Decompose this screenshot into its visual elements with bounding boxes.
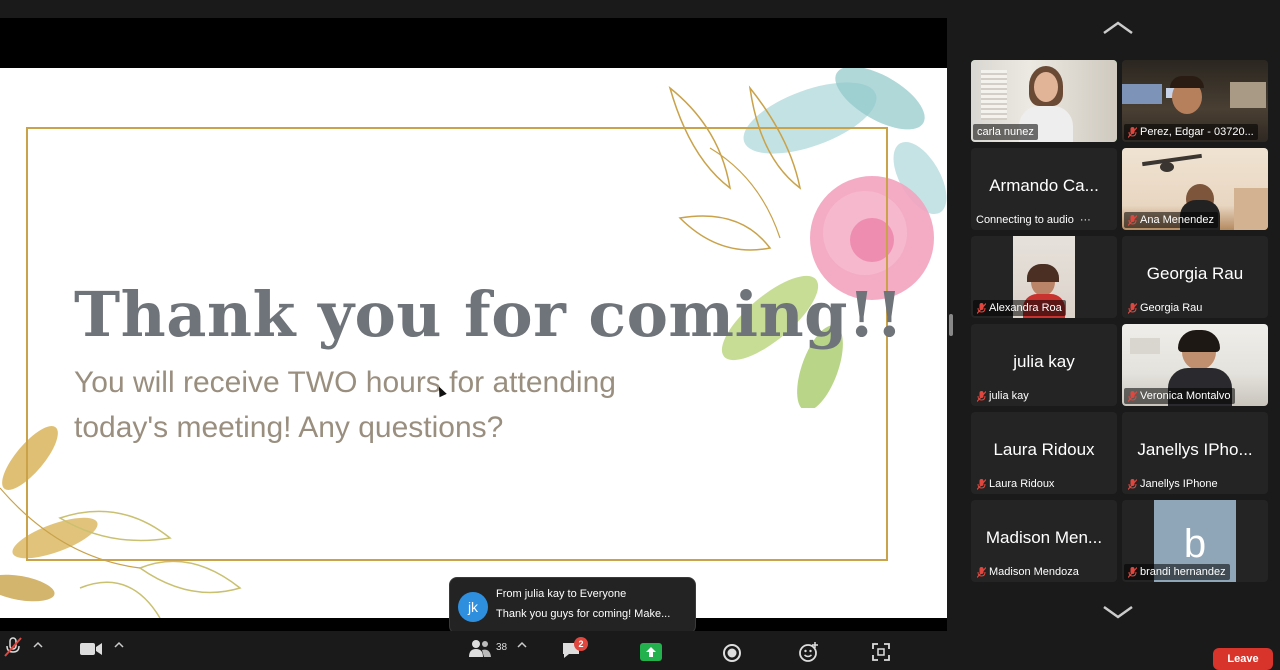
participant-name-tag: brandi hernandez [1124,564,1230,580]
mic-off-icon [977,390,986,402]
share-screen-icon [640,643,662,661]
participant-tile[interactable]: carla nunez [971,60,1117,142]
chat-badge: 2 [574,637,588,651]
participant-tile[interactable]: Janellys IPho... Janellys IPhone [1122,412,1268,494]
chevron-up-icon [1103,21,1133,35]
shared-screen: Thank you for coming!! You will receive … [0,18,947,631]
participant-tile[interactable]: Armando Ca... Connecting to audio ··· [971,148,1117,230]
participant-tile[interactable]: julia kay julia kay [971,324,1117,406]
mic-off-icon [1128,566,1137,578]
audio-options-button[interactable] [33,641,43,663]
participants-button[interactable]: 38 [468,639,507,661]
chat-sender-line: From julia kay to Everyone [496,588,627,600]
participant-name-tag: Perez, Edgar - 03720... [1124,124,1258,140]
gallery-next-button[interactable] [1101,604,1135,620]
participant-name: julia kay [989,390,1029,402]
chat-message-preview: Thank you guys for coming! Make... [496,608,671,620]
participant-display-name: Madison Men... [985,528,1103,547]
participant-name-tag: Laura Ridoux [973,476,1058,492]
chat-button[interactable]: 2 [561,637,588,663]
chevron-down-icon [1103,605,1133,619]
participant-name: Veronica Montalvo [1140,390,1231,402]
participant-name-tag: Veronica Montalvo [1124,388,1235,404]
participant-name: Georgia Rau [1140,302,1203,314]
audio-status: Connecting to audio ··· [976,214,1091,226]
audio-status-text: Connecting to audio [976,214,1074,226]
participant-display-name: Laura Ridoux [993,440,1095,459]
record-icon [723,644,741,662]
participant-tile[interactable]: Laura Ridoux Laura Ridoux [971,412,1117,494]
mic-off-icon [1128,126,1137,138]
participants-options-button[interactable] [517,641,527,663]
participant-name: Laura Ridoux [989,478,1055,490]
split-view-handle[interactable] [949,314,953,336]
participant-name: Madison Mendoza [989,566,1079,578]
mic-off-icon [1128,214,1137,226]
mute-button[interactable] [4,637,22,659]
participants-icon [469,640,491,657]
participant-display-name: julia kay [1013,352,1075,371]
participant-tile[interactable]: Alexandra Roa [971,236,1117,318]
mic-off-icon [977,566,986,578]
participant-name-tag: carla nunez [973,124,1038,140]
chevron-up-icon [517,641,527,648]
chat-sender-avatar: jk [458,592,488,622]
stop-video-button[interactable] [79,641,103,663]
participant-tile[interactable]: b brandi hernandez [1122,500,1268,582]
mic-off-icon [1128,478,1137,490]
participant-name-tag: Georgia Rau [1124,300,1206,316]
participant-name: Ana Menendez [1140,214,1214,226]
participant-name-tag: Janellys IPhone [1124,476,1222,492]
participant-gallery: carla nunez Perez, Edgar - 03720... Arma… [955,18,1280,631]
participant-tile[interactable]: Veronica Montalvo [1122,324,1268,406]
mic-off-icon [1128,390,1137,402]
participant-name: Janellys IPhone [1140,478,1218,490]
mic-off-icon [4,637,22,657]
presentation-slide: Thank you for coming!! You will receive … [0,68,947,618]
participant-name-tag: julia kay [973,388,1033,404]
participants-count: 38 [496,642,508,653]
participant-display-name: Armando Ca... [989,176,1099,195]
chat-notification[interactable]: jk From julia kay to Everyone Thank you … [449,577,696,634]
slide-title: Thank you for coming!! [74,278,904,351]
slide-subtitle: You will receive TWO hours for attending… [74,366,616,444]
mic-off-icon [977,478,986,490]
participant-name: Alexandra Roa [989,302,1062,314]
gallery-prev-button[interactable] [1101,20,1135,36]
record-button[interactable] [722,643,742,665]
apps-button[interactable] [872,643,890,665]
chevron-up-icon [33,641,43,648]
participant-name: Perez, Edgar - 03720... [1140,126,1254,138]
participant-tile[interactable]: Perez, Edgar - 03720... [1122,60,1268,142]
more-options-icon[interactable]: ··· [1080,214,1091,226]
participant-tile[interactable]: Ana Menendez [1122,148,1268,230]
participant-display-name: Georgia Rau [1146,264,1244,283]
share-screen-button[interactable] [640,643,662,665]
participant-tile[interactable]: Madison Men... Madison Mendoza [971,500,1117,582]
avatar-letter: b [1183,521,1207,566]
participant-name-tag: Ana Menendez [1124,212,1218,228]
mic-off-icon [977,302,986,314]
reactions-icon [799,642,818,662]
video-icon [80,643,102,655]
participant-name: brandi hernandez [1140,566,1226,578]
participant-tile[interactable]: Georgia Rau Georgia Rau [1122,236,1268,318]
participant-display-name: Janellys IPho... [1137,440,1253,459]
participant-name: carla nunez [977,126,1034,138]
window-top-bar [0,0,1280,18]
chevron-up-icon [114,641,124,648]
apps-icon [872,643,890,661]
participant-name-tag: Madison Mendoza [973,564,1083,580]
leave-button[interactable]: Leave [1213,648,1273,670]
reactions-button[interactable] [798,641,820,663]
video-options-button[interactable] [114,641,124,663]
meeting-toolbar: 38 2 [0,631,1280,663]
mic-off-icon [1128,302,1137,314]
participant-name-tag: Alexandra Roa [973,300,1066,316]
